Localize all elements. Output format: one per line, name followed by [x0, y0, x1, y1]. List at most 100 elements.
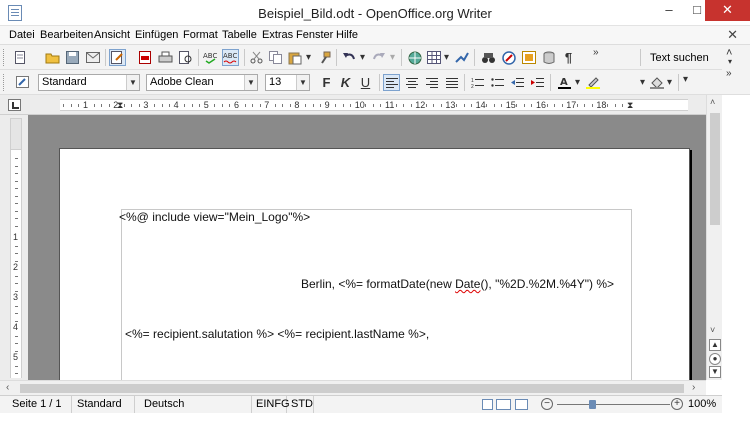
- table-icon[interactable]: [425, 49, 442, 66]
- find-replace-binoculars-icon[interactable]: [480, 49, 497, 66]
- scroll-right-icon[interactable]: ›: [692, 382, 695, 393]
- scroll-up-icon[interactable]: ˄: [710, 97, 715, 107]
- find-toolbar-label[interactable]: Text suchen: [650, 52, 709, 64]
- font-size-select[interactable]: 13 ▼: [265, 74, 310, 91]
- justify-icon[interactable]: [443, 74, 460, 91]
- toolbar-overflow-icon[interactable]: »: [593, 47, 599, 58]
- menu-hilfe[interactable]: Hilfe: [336, 29, 358, 41]
- align-right-icon[interactable]: [423, 74, 440, 91]
- insert-mode-indicator[interactable]: EINFG: [252, 396, 290, 414]
- menu-ansicht[interactable]: Ansicht: [94, 29, 130, 41]
- menu-fenster[interactable]: Fenster: [296, 29, 333, 41]
- left-indent-marker-icon[interactable]: ⧗: [117, 100, 123, 111]
- open-folder-icon[interactable]: [44, 49, 61, 66]
- selection-mode-indicator[interactable]: STD: [287, 396, 314, 414]
- navigator-compass-icon[interactable]: [500, 49, 517, 66]
- chevron-down-icon[interactable]: ▼: [296, 75, 309, 90]
- language-indicator[interactable]: Deutsch (Deutschland): [140, 396, 252, 427]
- font-color-icon[interactable]: A: [556, 74, 573, 91]
- background-color-icon[interactable]: [648, 74, 665, 91]
- scroll-left-icon[interactable]: ‹: [6, 382, 9, 393]
- edit-mode-icon[interactable]: [109, 49, 126, 66]
- scroll-down-icon[interactable]: ˅: [710, 325, 715, 335]
- highlighting-icon[interactable]: [584, 74, 601, 91]
- menu-einfuegen[interactable]: Einfügen: [135, 29, 178, 41]
- underline-button[interactable]: U: [357, 74, 374, 91]
- align-left-icon[interactable]: [383, 74, 400, 91]
- print-icon[interactable]: [157, 49, 174, 66]
- horizontal-ruler[interactable]: 1 2 3 4 5 6 7 8 9 10 11 12 13 14 15 16 17 18 ⧗ ⧗: [60, 99, 688, 111]
- menu-bearbeiten[interactable]: Bearbeiten: [40, 29, 93, 41]
- zoom-slider-thumb[interactable]: [589, 400, 596, 409]
- italic-button[interactable]: K: [337, 74, 354, 91]
- formatting-marks-pilcrow-icon[interactable]: ¶: [560, 49, 577, 66]
- recipient-line[interactable]: <%= recipient.salutation %> <%= recipien…: [125, 327, 429, 341]
- save-icon[interactable]: [64, 49, 81, 66]
- vertical-scroll-thumb[interactable]: [710, 113, 720, 225]
- styles-formatting-icon[interactable]: [14, 74, 31, 91]
- highlighting-dropdown-icon[interactable]: ▾: [640, 77, 645, 88]
- toolbar-grip[interactable]: [3, 49, 6, 66]
- redo-dropdown-icon[interactable]: ▾: [390, 52, 395, 63]
- single-page-view-icon[interactable]: [482, 399, 493, 410]
- menu-datei[interactable]: Datei: [9, 29, 35, 41]
- paste-dropdown-icon[interactable]: ▾: [306, 52, 311, 63]
- print-preview-icon[interactable]: [177, 49, 194, 66]
- paragraph-style-select[interactable]: Standard ▼: [38, 74, 140, 91]
- tab-stop-type-icon[interactable]: [8, 99, 21, 111]
- bullet-list-icon[interactable]: [489, 74, 506, 91]
- horizontal-scroll-thumb[interactable]: [20, 384, 684, 393]
- toolbar-overflow-icon[interactable]: ▾: [683, 74, 688, 85]
- paste-icon[interactable]: [287, 49, 304, 66]
- spellcheck-icon[interactable]: ABC: [202, 49, 219, 66]
- new-document-icon[interactable]: [12, 49, 29, 66]
- undo-icon[interactable]: [340, 49, 357, 66]
- next-page-icon[interactable]: ▼: [709, 366, 721, 378]
- email-icon[interactable]: [84, 49, 101, 66]
- date-line[interactable]: Berlin, <%= formatDate(new Date(), "%2D.…: [301, 277, 614, 291]
- close-button[interactable]: ✕: [705, 0, 750, 21]
- right-indent-marker-icon[interactable]: ⧗: [627, 100, 633, 111]
- document-page[interactable]: [59, 148, 690, 380]
- format-paintbrush-icon[interactable]: [316, 49, 333, 66]
- font-color-dropdown-icon[interactable]: ▾: [575, 77, 580, 88]
- font-name-select[interactable]: Adobe Clean ▼: [146, 74, 258, 91]
- book-view-icon[interactable]: [515, 399, 528, 410]
- page-style-indicator[interactable]: Standard: [73, 396, 135, 414]
- toolbar-grip[interactable]: [3, 74, 6, 91]
- vertical-ruler[interactable]: 1 2 3 4 5: [10, 150, 22, 382]
- menu-extras[interactable]: Extras: [262, 29, 293, 41]
- cut-icon[interactable]: [248, 49, 265, 66]
- zoom-out-icon[interactable]: −: [541, 398, 553, 410]
- zoom-percentage[interactable]: 100%: [688, 396, 716, 413]
- menu-tabelle[interactable]: Tabelle: [222, 29, 257, 41]
- page-indicator[interactable]: Seite 1 / 1: [8, 396, 72, 414]
- close-document-icon[interactable]: ✕: [727, 27, 738, 43]
- horizontal-scrollbar[interactable]: ‹ ›: [0, 380, 706, 395]
- minimize-button[interactable]: –: [655, 0, 683, 21]
- zoom-slider-track[interactable]: [557, 404, 670, 405]
- redo-icon[interactable]: [370, 49, 387, 66]
- export-pdf-icon[interactable]: [137, 49, 154, 66]
- misspelled-word[interactable]: Date: [455, 277, 480, 291]
- menu-format[interactable]: Format: [183, 29, 218, 41]
- increase-indent-icon[interactable]: [529, 74, 546, 91]
- include-logo-line[interactable]: <%@ include view="Mein_Logo"%>: [119, 210, 310, 224]
- previous-page-icon[interactable]: ▲: [709, 339, 721, 351]
- gallery-icon[interactable]: [520, 49, 537, 66]
- hyperlink-icon[interactable]: [406, 49, 423, 66]
- decrease-indent-icon[interactable]: [509, 74, 526, 91]
- auto-spellcheck-icon[interactable]: ABC: [222, 49, 239, 66]
- toolbar-overflow-icon[interactable]: »: [726, 68, 732, 79]
- vertical-scrollbar[interactable]: ˄ ˅ ▲ ● ▼: [706, 95, 722, 380]
- zoom-in-icon[interactable]: +: [671, 398, 683, 410]
- search-chevron-down-icon[interactable]: ▾: [728, 57, 732, 66]
- align-center-icon[interactable]: [403, 74, 420, 91]
- chevron-down-icon[interactable]: ▼: [126, 75, 139, 90]
- document-canvas[interactable]: <%@ include view="Mein_Logo"%> Berlin, <…: [28, 115, 706, 380]
- draw-functions-icon[interactable]: [453, 49, 470, 66]
- background-color-dropdown-icon[interactable]: ▾: [667, 77, 672, 88]
- undo-dropdown-icon[interactable]: ▾: [360, 52, 365, 63]
- data-sources-icon[interactable]: [540, 49, 557, 66]
- bold-button[interactable]: F: [318, 74, 335, 91]
